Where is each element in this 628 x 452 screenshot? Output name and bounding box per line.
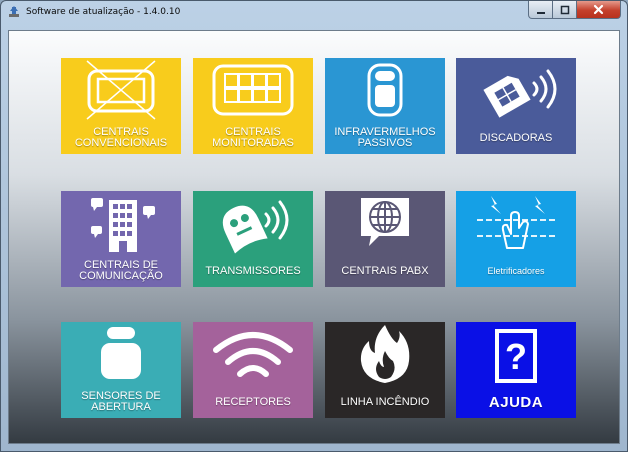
wifi-icon: [213, 332, 293, 377]
tile-label: CENTRAIS CONVENCIONAIS: [74, 126, 168, 149]
tile-infravermelhos-passivos[interactable]: INFRAVERMELHOS PASSIVOS: [325, 58, 445, 154]
app-icon: [9, 6, 19, 17]
tile-sensores-de-abertura[interactable]: SENSORES DE ABERTURA: [61, 322, 181, 418]
crossed-panel-icon: [86, 60, 156, 120]
main-panel: CENTRAIS CONVENCIONAIS CENTRAIS MONITORA…: [8, 30, 620, 444]
tile-label: INFRAVERMELHOS PASSIVOS: [334, 126, 436, 149]
title-bar[interactable]: Software de atualização - 1.4.0.10: [1, 1, 627, 23]
tile-label: TRANSMISSORES: [205, 264, 301, 277]
globe-chat-icon: [361, 198, 409, 246]
building-icon: [91, 198, 155, 252]
tile-ajuda[interactable]: ? AJUDA: [456, 322, 576, 418]
tile-label: Eletrificadores: [487, 265, 545, 276]
maximize-icon: [560, 5, 569, 14]
close-icon: [593, 4, 604, 15]
sim-card-signal-icon: [483, 69, 557, 118]
tile-eletrificadores[interactable]: Eletrificadores: [456, 191, 576, 287]
tile-centrais-convencionais[interactable]: CENTRAIS CONVENCIONAIS: [61, 58, 181, 154]
tile-label: CENTRAIS MONITORADAS: [212, 126, 294, 149]
window-controls: [528, 1, 621, 19]
tile-label: DISCADORAS: [479, 131, 553, 144]
close-button[interactable]: [577, 1, 621, 19]
maximize-button[interactable]: [553, 1, 577, 19]
tile-label: AJUDA: [488, 393, 544, 411]
tile-label: RECEPTORES: [215, 395, 291, 408]
svg-text:?: ?: [505, 336, 527, 377]
door-sensor-icon: [101, 327, 141, 379]
minimize-icon: [536, 11, 545, 14]
transmitter-icon: [222, 200, 289, 254]
tile-label: LINHA INCÊNDIO: [340, 395, 430, 408]
tile-label: CENTRAIS DE COMUNICAÇÃO: [79, 259, 163, 282]
motion-sensor-icon: [367, 63, 403, 117]
tile-label: CENTRAIS PABX: [341, 264, 429, 277]
electric-fence-icon: [477, 196, 555, 249]
window-title: Software de atualização - 1.4.0.10: [26, 7, 181, 17]
app-window: Software de atualização - 1.4.0.10 CENTR…: [0, 0, 628, 452]
help-icon: ?: [495, 329, 537, 383]
tile-transmissores[interactable]: TRANSMISSORES: [193, 191, 313, 287]
tile-centrais-pabx[interactable]: CENTRAIS PABX: [325, 191, 445, 287]
flame-icon: [360, 325, 410, 383]
tile-label: SENSORES DE ABERTURA: [81, 390, 161, 413]
tile-discadoras[interactable]: DISCADORAS: [456, 58, 576, 154]
minimize-button[interactable]: [528, 1, 553, 19]
tile-centrais-de-comunicacao[interactable]: CENTRAIS DE COMUNICAÇÃO: [61, 191, 181, 287]
tile-linha-incendio[interactable]: LINHA INCÊNDIO: [325, 322, 445, 418]
tile-receptores[interactable]: RECEPTORES: [193, 322, 313, 418]
keypad-panel-icon: [212, 64, 294, 116]
tile-centrais-monitoradas[interactable]: CENTRAIS MONITORADAS: [193, 58, 313, 154]
